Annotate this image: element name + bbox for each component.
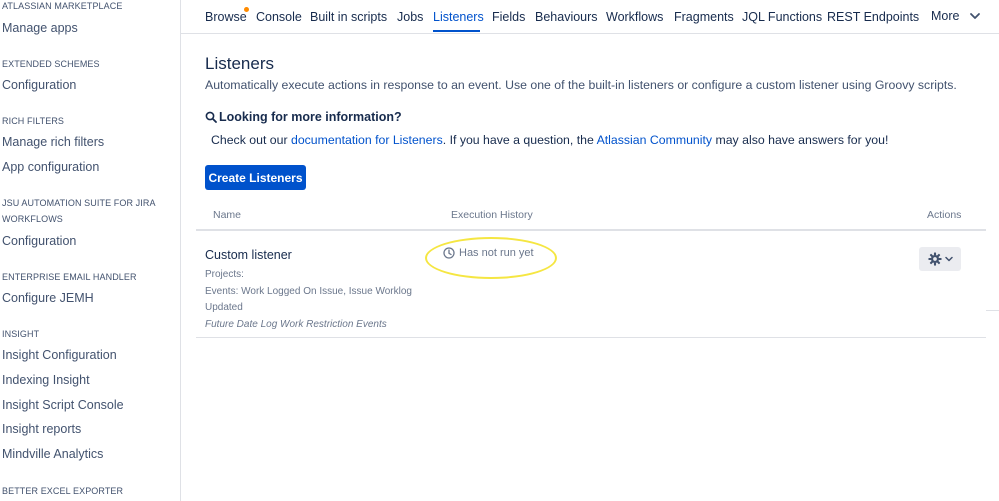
scriptrunner-tabs: Browse Console Built in scripts Jobs Lis… <box>181 0 999 34</box>
page-title: Listeners <box>205 54 274 73</box>
sidebar-heading-better-excel-exporter: BETTER EXCEL EXPORTER <box>2 486 124 496</box>
tab-rest-endpoints[interactable]: REST Endpoints <box>827 9 919 25</box>
table-header: Name Execution History Actions <box>196 205 986 231</box>
tab-more[interactable]: More <box>931 8 959 24</box>
admin-sidebar: ATLASSIAN MARKETPLACE Manage apps EXTEND… <box>0 0 181 501</box>
tab-jql-functions[interactable]: JQL Functions <box>742 9 822 25</box>
search-icon <box>205 111 217 123</box>
chevron-down-icon[interactable] <box>969 12 981 20</box>
tab-browse[interactable]: Browse <box>205 9 247 25</box>
documentation-link[interactable]: documentation for Listeners <box>291 133 443 147</box>
sidebar-item-manage-apps[interactable]: Manage apps <box>2 19 78 37</box>
info-text-part-1: Check out our <box>211 133 291 147</box>
tab-built-in-scripts[interactable]: Built in scripts <box>310 9 387 25</box>
sidebar-heading-extended-schemes: EXTENDED SCHEMES <box>2 59 100 69</box>
column-header-actions: Actions <box>927 209 962 221</box>
sidebar-item-insight-script-console[interactable]: Insight Script Console <box>2 396 124 414</box>
info-text-part-3: may also have answers for you! <box>712 133 889 147</box>
table-row: Custom listener Projects: Events: Work L… <box>196 233 986 338</box>
create-listeners-button[interactable]: Create Listeners <box>205 165 306 190</box>
tab-fields[interactable]: Fields <box>492 9 525 25</box>
atlassian-community-link[interactable]: Atlassian Community <box>597 133 713 147</box>
table-edge <box>986 231 999 311</box>
tab-listeners[interactable]: Listeners <box>433 9 484 25</box>
sidebar-heading-jsu-automation-suite: JSU AUTOMATION SUITE FOR JIRA WORKFLOWS <box>2 198 156 224</box>
sidebar-item-manage-rich-filters[interactable]: Manage rich filters <box>2 133 104 151</box>
sidebar-item-jsu-configuration[interactable]: Configuration <box>2 232 76 250</box>
tab-workflows[interactable]: Workflows <box>606 9 663 25</box>
info-heading: Looking for more information? <box>205 109 402 125</box>
tab-fragments[interactable]: Fragments <box>674 9 734 25</box>
sidebar-item-insight-reports[interactable]: Insight reports <box>2 420 81 438</box>
info-text: Check out our documentation for Listener… <box>211 132 888 148</box>
notification-dot <box>244 7 249 12</box>
info-text-part-2: . If you have a question, the <box>442 133 597 147</box>
column-header-execution-history: Execution History <box>451 209 533 221</box>
sidebar-heading-insight: INSIGHT <box>2 329 40 339</box>
active-tab-indicator <box>433 30 480 32</box>
listener-events: Events: Work Logged On Issue, Issue Work… <box>205 286 412 297</box>
info-title-text: Looking for more information? <box>219 110 402 124</box>
sidebar-heading-rich-filters: RICH FILTERS <box>2 116 65 126</box>
chevron-down-icon <box>944 256 953 262</box>
sidebar-item-app-configuration[interactable]: App configuration <box>2 158 99 176</box>
sidebar-heading-enterprise-email-handler: ENTERPRISE EMAIL HANDLER <box>2 272 137 282</box>
tab-behaviours[interactable]: Behaviours <box>535 9 598 25</box>
sidebar-heading-atlassian-marketplace: ATLASSIAN MARKETPLACE <box>2 1 123 11</box>
gear-icon <box>927 252 942 266</box>
tab-console[interactable]: Console <box>256 9 302 25</box>
sidebar-item-indexing-insight[interactable]: Indexing Insight <box>2 371 90 389</box>
listener-events-continued: Updated <box>205 302 243 313</box>
page-description: Automatically execute actions in respons… <box>205 78 957 92</box>
execution-status-text: Has not run yet <box>459 247 534 259</box>
sidebar-item-insight-configuration[interactable]: Insight Configuration <box>2 346 117 364</box>
sidebar-item-mindville-analytics[interactable]: Mindville Analytics <box>2 445 103 463</box>
clock-icon <box>443 247 455 259</box>
listener-name[interactable]: Custom listener <box>205 248 292 262</box>
listener-description: Future Date Log Work Restriction Events <box>205 319 387 330</box>
sidebar-item-configuration[interactable]: Configuration <box>2 76 76 94</box>
listener-projects: Projects: <box>205 269 244 280</box>
column-header-name: Name <box>213 209 242 221</box>
tab-jobs[interactable]: Jobs <box>397 9 423 25</box>
sidebar-item-configure-jemh[interactable]: Configure JEMH <box>2 289 94 307</box>
actions-dropdown-button[interactable] <box>919 247 961 271</box>
execution-status: Has not run yet <box>443 247 534 259</box>
